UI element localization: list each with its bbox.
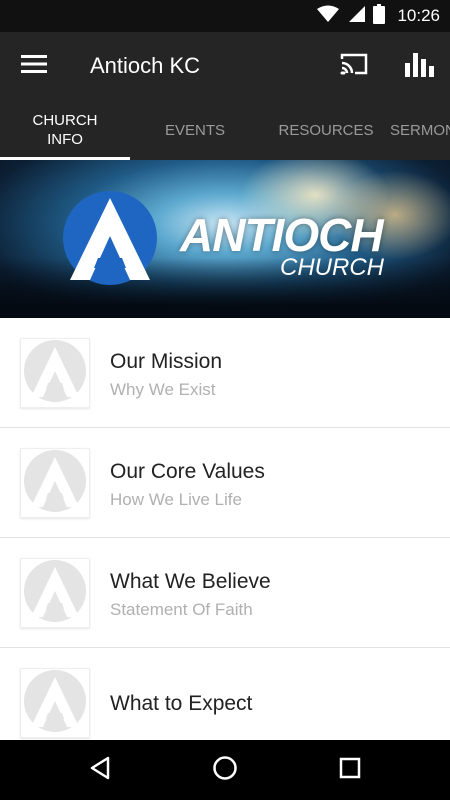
signal-icon xyxy=(347,5,366,28)
status-icons: 10:26 xyxy=(317,0,440,32)
info-list: Our Mission Why We Exist Our Core Values… xyxy=(0,318,450,740)
back-icon xyxy=(89,756,111,785)
app-bar: Antioch KC xyxy=(0,32,450,100)
antioch-a-icon xyxy=(23,669,87,738)
tab-label: SERMONS xyxy=(390,121,450,139)
system-nav-bar xyxy=(0,740,450,800)
church-banner: ANTIOCH CHURCH xyxy=(0,160,450,318)
item-subtitle: Why We Exist xyxy=(110,380,216,399)
antioch-a-icon xyxy=(23,449,87,518)
item-thumbnail xyxy=(20,668,90,738)
tab-resources[interactable]: RESOURCES xyxy=(260,100,392,160)
cast-icon xyxy=(339,52,369,81)
back-button[interactable] xyxy=(80,750,120,790)
stats-button[interactable] xyxy=(398,46,442,86)
tab-label: RESOURCES xyxy=(278,121,374,139)
status-bar: 10:26 xyxy=(0,0,450,32)
antioch-a-icon xyxy=(23,339,87,408)
item-title: Our Core Values xyxy=(110,460,265,483)
recents-button[interactable] xyxy=(330,750,370,790)
app-title: Antioch KC xyxy=(90,53,201,78)
home-button[interactable] xyxy=(205,750,245,790)
tab-label: CHURCH INFO xyxy=(32,112,98,148)
tab-events[interactable]: EVENTS xyxy=(130,100,260,160)
banner-subtitle: CHURCH xyxy=(280,254,384,281)
item-title: What to Expect xyxy=(110,692,253,715)
status-time: 10:26 xyxy=(397,6,440,25)
wifi-icon xyxy=(317,5,340,28)
recents-icon xyxy=(339,757,361,784)
home-icon xyxy=(212,755,238,786)
cast-button[interactable] xyxy=(334,46,374,86)
item-thumbnail xyxy=(20,558,90,628)
stats-icon xyxy=(405,51,435,82)
tab-bar: CHURCH INFO EVENTS RESOURCES SERMONS xyxy=(0,100,450,160)
item-thumbnail xyxy=(20,338,90,408)
list-item-what-to-expect[interactable]: What to Expect xyxy=(0,648,450,740)
tab-sermons[interactable]: SERMONS xyxy=(390,100,450,160)
tab-church-info[interactable]: CHURCH INFO xyxy=(0,100,130,160)
list-item-core-values[interactable]: Our Core Values How We Live Life xyxy=(0,428,450,538)
antioch-logo-icon xyxy=(58,188,168,293)
item-title: Our Mission xyxy=(110,350,223,373)
item-title: What We Believe xyxy=(110,570,271,593)
list-item-what-we-believe[interactable]: What We Believe Statement Of Faith xyxy=(0,538,450,648)
menu-icon xyxy=(21,54,47,79)
item-subtitle: Statement Of Faith xyxy=(110,600,253,619)
antioch-a-icon xyxy=(23,559,87,628)
menu-button[interactable] xyxy=(14,46,54,86)
list-item-our-mission[interactable]: Our Mission Why We Exist xyxy=(0,318,450,428)
tab-label: EVENTS xyxy=(164,121,225,139)
item-subtitle: How We Live Life xyxy=(110,490,242,509)
item-thumbnail xyxy=(20,448,90,518)
battery-icon xyxy=(373,3,386,29)
